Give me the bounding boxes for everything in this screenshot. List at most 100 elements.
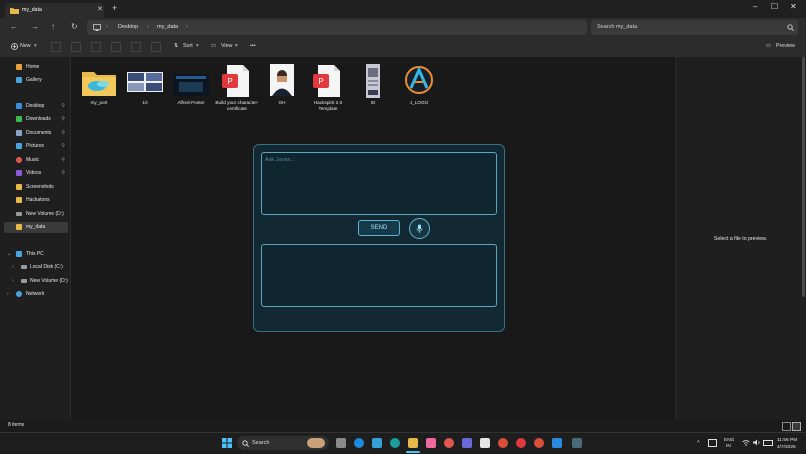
maximize-button[interactable]: ☐: [771, 2, 778, 11]
tree-item-label: Local Disk (C:): [30, 264, 63, 270]
back-button[interactable]: ←: [10, 22, 18, 31]
close-window-button[interactable]: ✕: [790, 2, 797, 11]
send-button[interactable]: SEND: [358, 220, 400, 236]
file-item-10[interactable]: 10: [123, 64, 167, 106]
tree-item-this-pc[interactable]: ⌄ This PC: [4, 249, 68, 260]
file-item-hackspirit-template[interactable]: P Hackspirit 2.0 Template: [306, 64, 350, 112]
tree-item-network[interactable]: › Network: [4, 289, 68, 300]
pin-icon: ⚲: [61, 116, 65, 122]
preview-button[interactable]: Preview: [776, 43, 795, 49]
chrome-profile-icon[interactable]: [534, 438, 544, 448]
volume-icon[interactable]: [753, 439, 761, 446]
file-item-my-port[interactable]: my_port: [77, 64, 121, 106]
tree-item-new-volume[interactable]: › New Volume (D:): [4, 276, 68, 287]
file-item-id[interactable]: ID: [351, 64, 395, 106]
clock-date[interactable]: 4/7/2026: [777, 445, 796, 450]
breadcrumb-my-data[interactable]: my_data: [157, 24, 178, 30]
up-button[interactable]: ↑: [51, 22, 55, 31]
search-box[interactable]: Search my_data: [591, 20, 798, 35]
store-icon[interactable]: [372, 438, 382, 448]
battery-icon[interactable]: [763, 440, 773, 446]
pin-icon: ⚲: [61, 130, 65, 136]
drive-icon: [21, 265, 27, 269]
document-thumbnail: [127, 64, 163, 98]
tree-item-local-disk[interactable]: › Local Disk (C:): [4, 262, 68, 273]
tiles-view-icon[interactable]: [792, 422, 801, 431]
windows-start-icon[interactable]: [222, 438, 232, 448]
chevron-right-icon: ›: [147, 24, 149, 30]
chevron-right-icon[interactable]: ›: [12, 278, 14, 284]
minimize-button[interactable]: –: [753, 2, 757, 11]
vertical-scrollbar[interactable]: [802, 57, 805, 297]
file-item-gh[interactable]: GH: [260, 64, 304, 106]
chevron-down-icon: ▾: [196, 43, 199, 49]
vscode-icon[interactable]: [552, 438, 562, 448]
photo-thumbnail: [264, 64, 300, 98]
wifi-icon[interactable]: [742, 439, 750, 446]
python-app-icon[interactable]: [572, 438, 582, 448]
paste-icon[interactable]: [91, 42, 101, 52]
forward-button[interactable]: →: [31, 22, 39, 31]
taskbar-search[interactable]: Search: [237, 436, 329, 450]
rename-icon[interactable]: [111, 42, 121, 52]
sidebar-item-gallery[interactable]: Gallery: [4, 75, 68, 86]
language-region[interactable]: IN: [726, 444, 731, 449]
photos-icon[interactable]: [426, 438, 436, 448]
file-item-j-logo[interactable]: J_LOGO: [397, 64, 441, 106]
close-tab-icon[interactable]: ✕: [97, 5, 103, 13]
new-button[interactable]: New: [20, 43, 31, 49]
chrome-profile-icon[interactable]: [498, 438, 508, 448]
tray-app-icon[interactable]: [708, 439, 717, 447]
address-bar[interactable]: › Desktop › my_data ›: [87, 20, 587, 35]
task-view-icon[interactable]: [336, 438, 346, 448]
clock-time[interactable]: 11:56 PM: [777, 438, 797, 443]
share-icon[interactable]: [131, 42, 141, 52]
app-red-icon[interactable]: [516, 438, 526, 448]
show-hidden-icons-icon[interactable]: ˄: [697, 440, 700, 445]
chevron-right-icon[interactable]: ›: [7, 291, 9, 297]
file-explorer-icon[interactable]: [408, 438, 418, 448]
folder-icon: [16, 184, 22, 190]
view-button[interactable]: View: [221, 43, 232, 49]
sidebar-item-hackatons[interactable]: Hackatons: [4, 195, 68, 206]
sidebar-item-pictures[interactable]: Pictures ⚲: [4, 141, 68, 152]
copilot-icon[interactable]: [390, 438, 400, 448]
sidebar-item-home[interactable]: Home: [4, 62, 68, 73]
calendar-icon[interactable]: [480, 438, 490, 448]
breadcrumb-desktop[interactable]: Desktop: [118, 24, 138, 30]
sidebar-item-screenshots[interactable]: Screenshots: [4, 182, 68, 193]
chevron-right-icon[interactable]: ›: [12, 264, 14, 270]
ask-jarvis-input[interactable]: Ask Jarvis...: [261, 152, 497, 215]
more-options-button[interactable]: •••: [250, 43, 256, 49]
sidebar-item-desktop[interactable]: Desktop ⚲: [4, 101, 68, 112]
sidebar-item-downloads[interactable]: Downloads ⚲: [4, 114, 68, 125]
chrome-icon[interactable]: [444, 438, 454, 448]
sidebar-item-videos[interactable]: Videos ⚲: [4, 168, 68, 179]
file-item-build-your-character-certificate[interactable]: P Build your character-certificate: [215, 64, 259, 112]
jarvis-response-output: [261, 244, 497, 307]
search-input[interactable]: Search my_data: [597, 24, 637, 30]
copy-icon[interactable]: [71, 42, 81, 52]
sidebar-item-label: Home: [26, 64, 40, 70]
pin-icon: ⚲: [61, 170, 65, 176]
tab-my-data[interactable]: my_data ✕: [5, 3, 104, 18]
microphone-button[interactable]: [409, 218, 430, 239]
network-icon: [16, 291, 22, 297]
command-bar: New ▾ ⇅ Sort ▾ ▭ View ▾ ••• ▭ Preview: [0, 37, 806, 58]
sort-button[interactable]: Sort: [183, 43, 193, 49]
new-tab-button[interactable]: +: [112, 3, 117, 13]
cut-icon[interactable]: [51, 42, 61, 52]
teams-icon[interactable]: [462, 438, 472, 448]
details-view-icon[interactable]: [782, 422, 791, 431]
chevron-down-icon[interactable]: ⌄: [7, 251, 11, 257]
sidebar-item-documents[interactable]: Documents ⚲: [4, 128, 68, 139]
delete-icon[interactable]: [151, 42, 161, 52]
edge-icon[interactable]: [354, 438, 364, 448]
file-item-alfred-poster[interactable]: Alfred-Poster: [169, 64, 213, 106]
language-code[interactable]: ENG: [724, 438, 734, 443]
sidebar-item-new-volume[interactable]: New Volume (D:): [4, 209, 68, 220]
sidebar-item-music[interactable]: Music ⚲: [4, 155, 68, 166]
sidebar-item-my-data[interactable]: my_data: [4, 222, 68, 233]
sidebar-item-label: Downloads: [26, 116, 51, 122]
refresh-button[interactable]: ↻: [71, 22, 78, 31]
